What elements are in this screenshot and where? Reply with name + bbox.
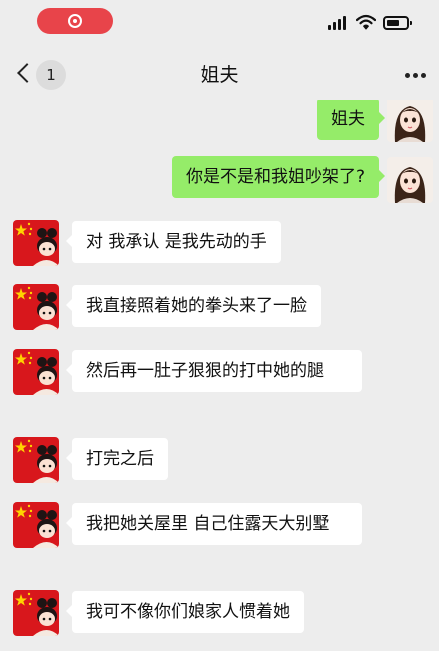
battery-icon: [383, 16, 412, 30]
contact-avatar[interactable]: [13, 590, 59, 636]
incoming-message-bubble[interactable]: 我可不像你们娘家人惯着她: [66, 591, 304, 633]
contact-avatar[interactable]: [13, 284, 59, 330]
outgoing-message-bubble[interactable]: 你是不是和我姐吵架了?: [171, 156, 386, 198]
chat-screen: 1 姐夫 姐夫 你是不是和我姐吵架了? 对 我承认 是我先动的手 我直接照着她的…: [0, 0, 439, 651]
screen-record-icon: [68, 14, 82, 28]
contact-avatar[interactable]: [13, 220, 59, 266]
wifi-icon: [356, 14, 376, 30]
chat-header: 1 姐夫: [0, 50, 439, 100]
incoming-message-bubble[interactable]: 打完之后: [66, 438, 168, 480]
incoming-message-bubble[interactable]: 我把她关屋里 自己住露天大别墅: [66, 503, 362, 545]
more-dots-icon: [405, 73, 410, 78]
my-avatar[interactable]: [387, 157, 433, 203]
contact-avatar[interactable]: [13, 502, 59, 548]
contact-avatar[interactable]: [13, 349, 59, 395]
screen-record-indicator[interactable]: [37, 8, 113, 34]
chat-title: 姐夫: [200, 64, 239, 86]
contact-avatar[interactable]: [13, 437, 59, 483]
message-list[interactable]: 姐夫 你是不是和我姐吵架了? 对 我承认 是我先动的手 我直接照着她的拳头来了一…: [0, 100, 439, 651]
status-bar: [0, 0, 439, 44]
my-avatar[interactable]: [387, 100, 433, 142]
incoming-message-bubble[interactable]: 对 我承认 是我先动的手: [66, 221, 281, 263]
outgoing-message-bubble[interactable]: 姐夫: [317, 100, 385, 140]
more-options-button[interactable]: [401, 72, 429, 80]
cellular-signal-icon: [328, 16, 348, 30]
incoming-message-bubble[interactable]: 然后再一肚子狠狠的打中她的腿: [66, 350, 362, 392]
incoming-message-bubble[interactable]: 我直接照着她的拳头来了一脸: [66, 285, 321, 327]
